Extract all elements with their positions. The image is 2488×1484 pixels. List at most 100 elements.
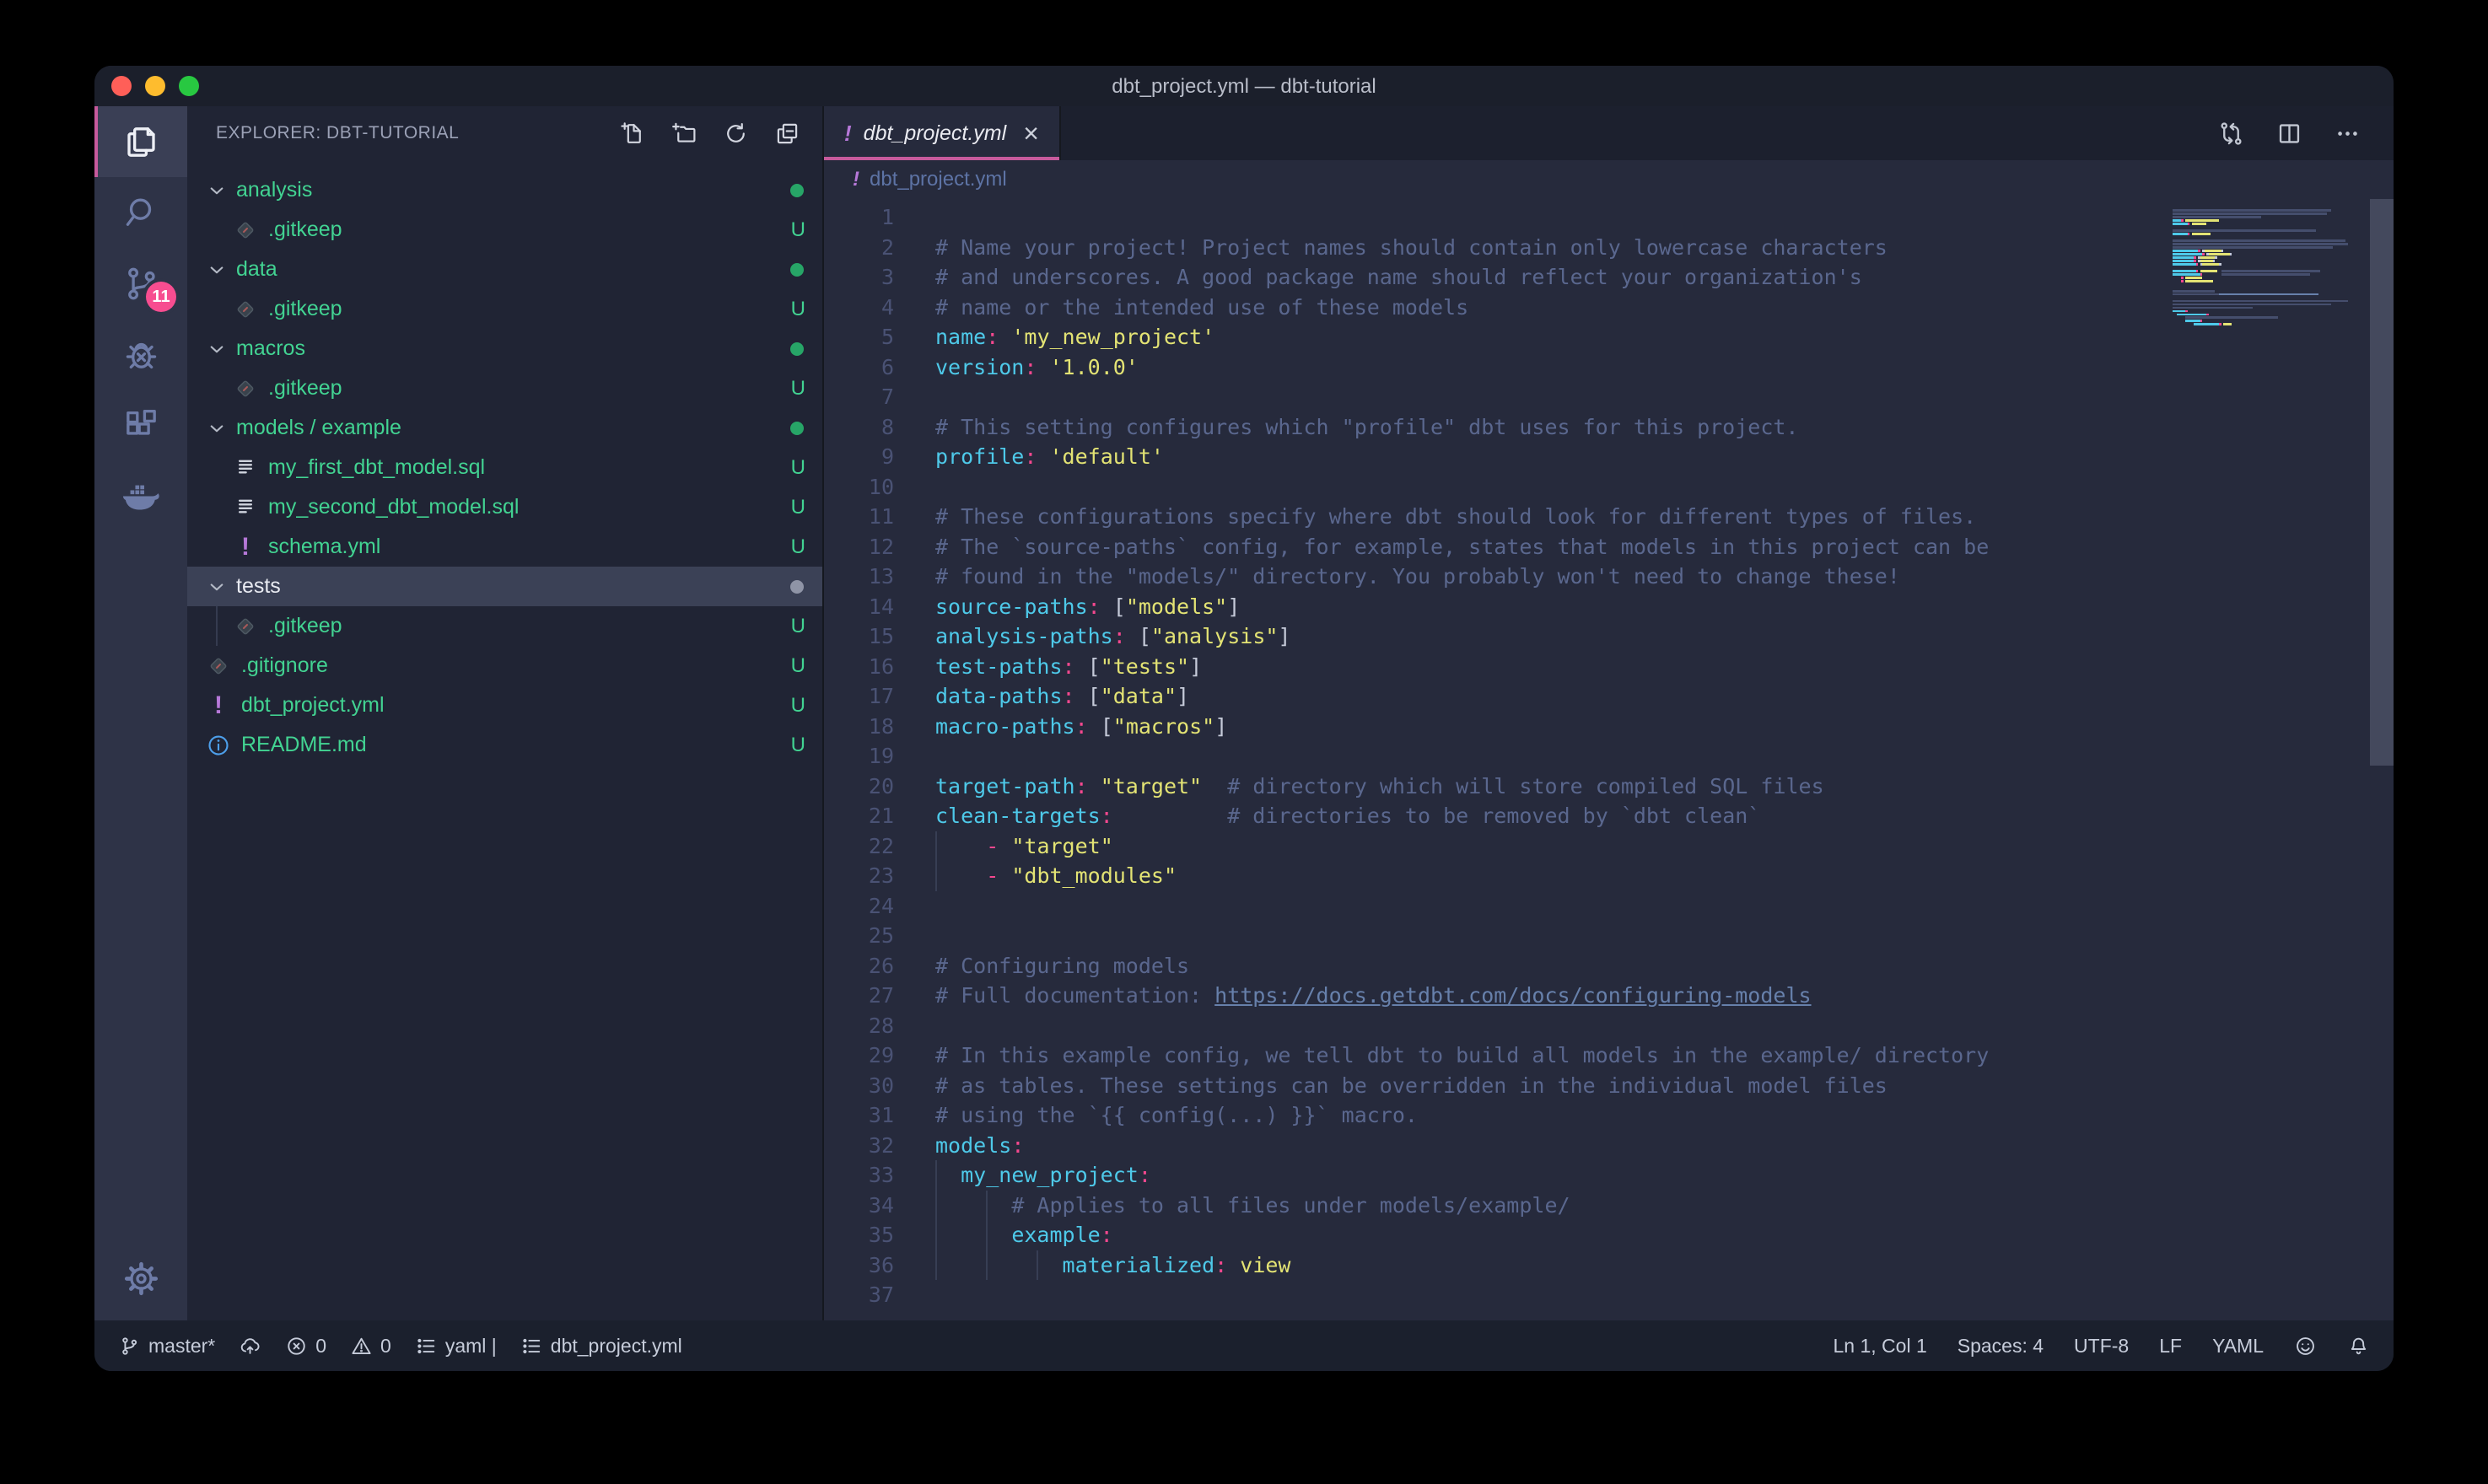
status-cursor-position[interactable]: Ln 1, Col 1 [1834,1335,1927,1358]
code-line[interactable]: 6version: '1.0.0' [824,352,2149,383]
tree-item-my-first-dbt-model-sql[interactable]: my_first_dbt_model.sqlU [187,448,822,487]
tree-item-my-second-dbt-model-sql[interactable]: my_second_dbt_model.sqlU [187,487,822,527]
new-folder-button[interactable] [671,121,697,147]
tree-item-gitkeep[interactable]: .gitkeepU [187,210,822,250]
status-indentation[interactable]: Spaces: 4 [1958,1335,2044,1358]
activity-item-explorer[interactable] [94,106,187,177]
split-editor-button[interactable] [2275,120,2303,148]
activity-bar: 11 [94,106,187,1320]
code-line[interactable]: 2# Name your project! Project names shou… [824,233,2149,263]
tree-item-models-example[interactable]: models / example [187,408,822,448]
code-line[interactable]: 5name: 'my_new_project' [824,322,2149,352]
breadcrumb-file[interactable]: dbt_project.yml [870,168,1007,191]
code-line[interactable]: 13# found in the "models/" directory. Yo… [824,562,2149,592]
code-line[interactable]: 7 [824,382,2149,412]
status-active-file[interactable]: dbt_project.yml [520,1335,682,1358]
close-button[interactable] [111,76,132,96]
code-line[interactable]: 3# and underscores. A good package name … [824,262,2149,293]
code-line[interactable]: 33 my_new_project: [824,1160,2149,1191]
tree-item-schema-yml[interactable]: !schema.ymlU [187,527,822,567]
activity-item-settings[interactable] [94,1236,187,1320]
code-line[interactable]: 1 [824,202,2149,233]
tree-item-macros[interactable]: macros [187,329,822,368]
code-line[interactable]: 36 materialized: view [824,1250,2149,1281]
code-line[interactable]: 8# This setting configures which "profil… [824,412,2149,443]
tree-item-gitignore[interactable]: .gitignoreU [187,646,822,686]
status-feedback[interactable] [2294,1335,2317,1358]
tree-item-label: models / example [236,416,401,440]
code-line[interactable]: 29# In this example config, we tell dbt … [824,1040,2149,1071]
code-line[interactable]: 10 [824,472,2149,503]
activity-item-docker[interactable] [94,460,187,531]
status-encoding[interactable]: UTF-8 [2074,1335,2129,1358]
tree-item-tests[interactable]: tests [187,567,822,606]
tree-item-analysis[interactable]: analysis [187,170,822,210]
close-tab-icon[interactable]: × [1023,120,1039,147]
sql-icon [233,495,258,520]
code-line[interactable]: 26# Configuring models [824,951,2149,981]
code-line[interactable]: 24 [824,891,2149,922]
code-line[interactable]: 4# name or the intended use of these mod… [824,293,2149,323]
refresh-button[interactable] [723,121,749,147]
tree-item-gitkeep[interactable]: .gitkeepU [187,289,822,329]
code-line[interactable]: 12# The `source-paths` config, for examp… [824,532,2149,562]
minimap-line [2173,263,2368,266]
code-line[interactable]: 15analysis-paths: ["analysis"] [824,621,2149,652]
code-line[interactable]: 16test-paths: ["tests"] [824,652,2149,682]
tree-item-label: dbt_project.yml [241,693,385,718]
code-line[interactable]: 34 # Applies to all files under models/e… [824,1191,2149,1221]
code-area[interactable]: 12# Name your project! Project names sho… [824,202,2149,1310]
line-number: 17 [824,681,894,712]
code-line[interactable]: 30# as tables. These settings can be ove… [824,1071,2149,1101]
activity-item-debug[interactable] [94,319,187,390]
code-line[interactable]: 22 - "target" [824,831,2149,862]
scrollbar-thumb[interactable] [2370,199,2394,766]
code-line[interactable]: 32models: [824,1131,2149,1161]
tree-item-data[interactable]: data [187,250,822,289]
status-notifications[interactable] [2347,1335,2370,1358]
activity-item-source-control[interactable]: 11 [94,248,187,319]
collapse-all-button[interactable] [774,121,800,147]
more-actions-button[interactable] [2334,120,2361,148]
code-line[interactable]: 17data-paths: ["data"] [824,681,2149,712]
minimap-line [2173,223,2368,225]
tab-dbt-project-yml[interactable]: ! dbt_project.yml × [824,106,1061,160]
open-changes-button[interactable] [2217,120,2245,148]
status-errors[interactable]: 0 [285,1335,326,1358]
code-line[interactable]: 9profile: 'default' [824,442,2149,472]
code-line[interactable]: 20target-path: "target" # directory whic… [824,772,2149,802]
code-line[interactable]: 19 [824,741,2149,772]
status-git-branch[interactable]: master* [118,1335,215,1358]
refresh-icon [723,121,749,147]
activity-item-extensions[interactable] [94,390,187,460]
status-yaml-selector[interactable]: yaml | [415,1335,497,1358]
activity-item-search[interactable] [94,177,187,248]
code-line[interactable]: 18macro-paths: ["macros"] [824,712,2149,742]
code-line[interactable]: 11# These configurations specify where d… [824,502,2149,532]
tree-item-gitkeep[interactable]: .gitkeepU [187,606,822,646]
code-line[interactable]: 37 [824,1280,2149,1310]
minimap-line [2173,293,2368,296]
code-line[interactable]: 23 - "dbt_modules" [824,861,2149,891]
status-language-mode[interactable]: YAML [2212,1335,2264,1358]
code-line[interactable]: 27# Full documentation: https://docs.get… [824,981,2149,1011]
line-number: 34 [824,1191,894,1221]
tree-item-gitkeep[interactable]: .gitkeepU [187,368,822,408]
status-eol[interactable]: LF [2159,1335,2182,1358]
code-line[interactable]: 25 [824,921,2149,951]
zoom-button[interactable] [179,76,199,96]
minimap[interactable] [2173,206,2368,330]
code-line[interactable]: 28 [824,1011,2149,1041]
code-line[interactable]: 21clean-targets: # directories to be rem… [824,801,2149,831]
code-line[interactable]: 14source-paths: ["models"] [824,592,2149,622]
minimize-button[interactable] [145,76,165,96]
code-line[interactable]: 35 example: [824,1220,2149,1250]
new-file-button[interactable] [620,121,646,147]
status-warnings[interactable]: 0 [350,1335,391,1358]
tree-item-readme-md[interactable]: README.mdU [187,725,822,765]
status-sync-publish[interactable] [239,1335,261,1358]
tree-item-dbt-project-yml[interactable]: !dbt_project.ymlU [187,686,822,725]
git-icon [233,376,258,401]
minimap-line [2173,216,2368,218]
code-line[interactable]: 31# using the `{{ config(...) }}` macro. [824,1100,2149,1131]
